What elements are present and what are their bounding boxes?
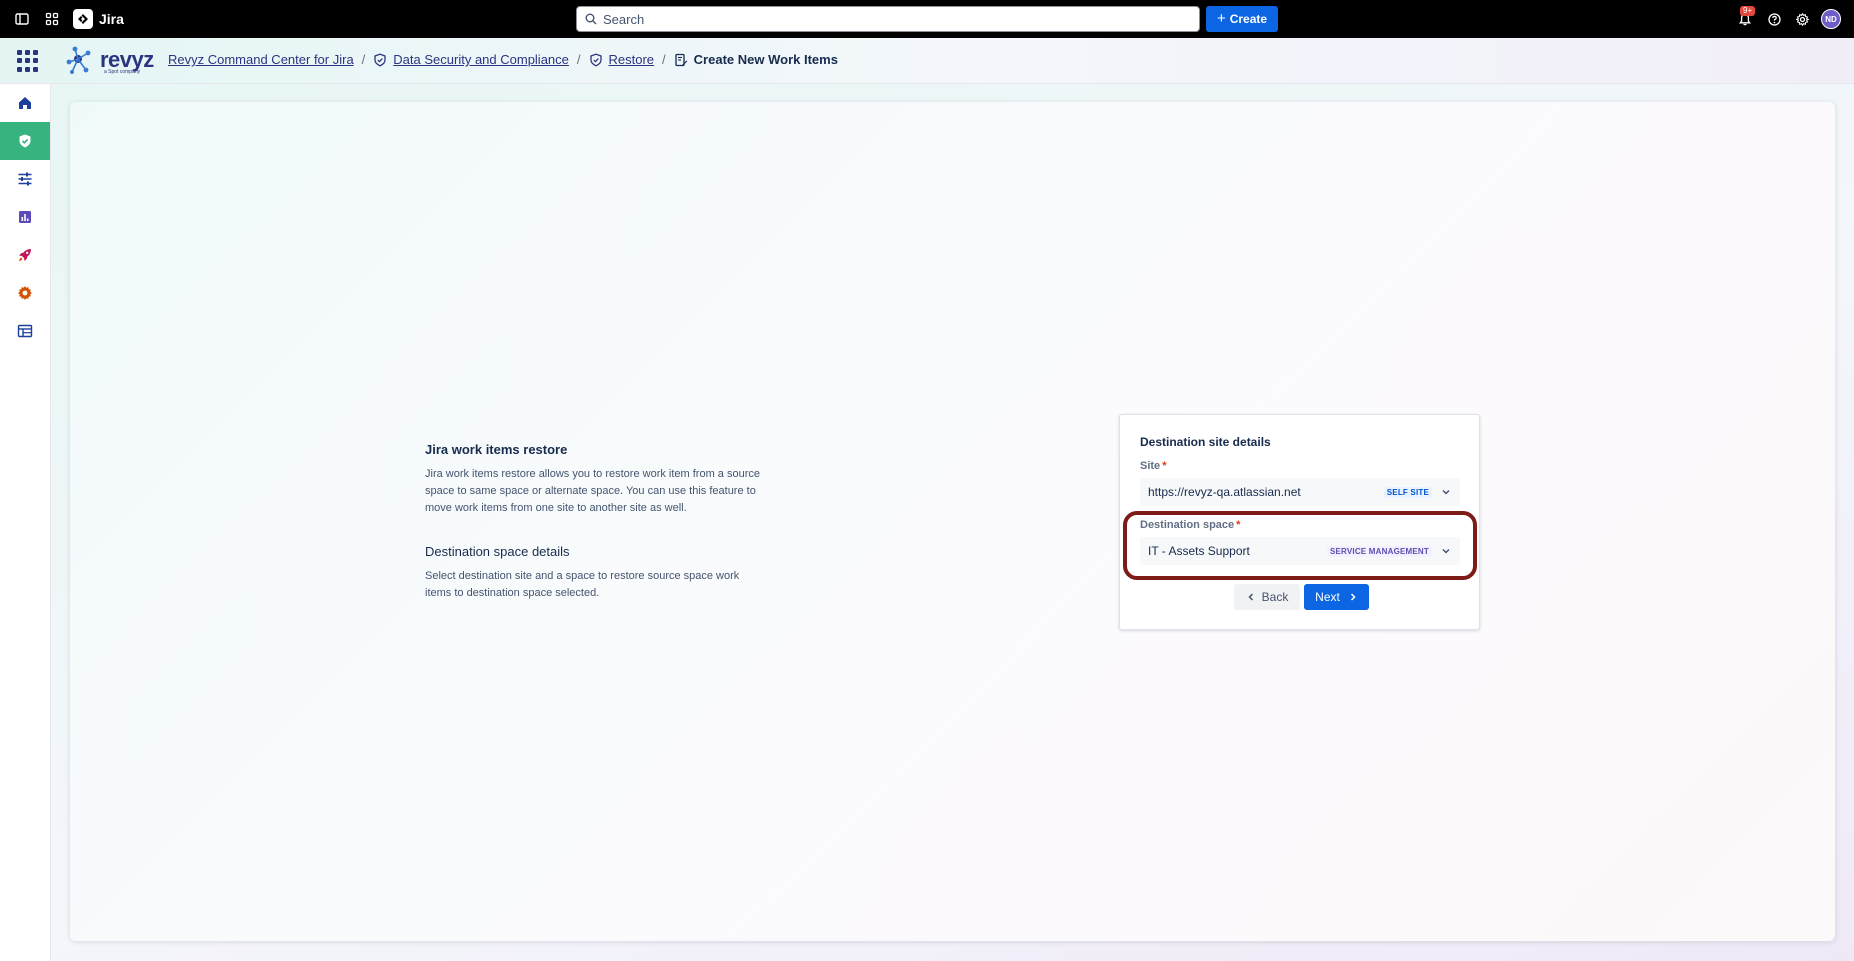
restore-card [70,102,1835,941]
avatar[interactable]: ND [1821,9,1841,29]
jira-logo-icon[interactable] [73,9,93,29]
destination-site-form: Destination site details Site * https://r… [1119,414,1480,630]
search-input[interactable]: Search [576,6,1200,32]
left-sidebar [0,84,51,961]
site-label: Site * [1140,460,1166,472]
sidebar-toggle-icon[interactable] [12,0,32,38]
site-select[interactable]: https://revyz-qa.atlassian.net SELF SITE [1140,478,1460,506]
shield-icon [19,134,31,148]
help-icon[interactable] [1766,0,1782,38]
home-icon [19,97,31,109]
sidebar-item-home[interactable] [0,84,50,122]
destination-section-description: Select destination site and a space to r… [425,570,740,599]
app-header: revyz a Spot company Revyz Command Cente… [0,38,1854,84]
site-type-badge: SELF SITE [1383,486,1432,498]
app-name[interactable]: Jira [99,11,124,27]
settings-icon[interactable] [1794,0,1810,38]
space-type-badge: SERVICE MANAGEMENT [1326,545,1432,557]
sidebar-item-settings[interactable] [0,274,50,312]
back-button[interactable]: Back [1234,584,1300,610]
sidebar-item-audit-log[interactable] [0,312,50,350]
site-select-value: https://revyz-qa.atlassian.net [1148,485,1301,499]
document-edit-icon [674,53,688,67]
restore-info-panel: Jira work items restore Jira work items … [425,442,765,602]
app-grid-icon[interactable] [17,50,39,72]
breadcrumb-current-page: Create New Work Items [693,52,838,67]
restore-title: Jira work items restore [425,442,568,457]
sidebar-item-configuration[interactable] [0,160,50,198]
search-placeholder: Search [603,11,645,27]
chevron-down-icon [1440,545,1452,557]
shield-icon [589,53,603,67]
table-icon [17,324,33,338]
destination-space-label: Destination space * [1140,519,1240,531]
restore-description: Jira work items restore allows you to re… [425,468,760,514]
breadcrumb-data-security[interactable]: Data Security and Compliance [393,52,569,67]
create-label: Create [1229,12,1268,26]
gear-icon [18,286,32,300]
rocket-icon [19,249,31,261]
plus-icon: + [1216,10,1226,27]
destination-section-title: Destination space details [425,544,570,559]
required-marker: * [1236,519,1241,531]
next-label: Next [1315,590,1340,604]
chart-icon [19,211,31,223]
breadcrumb-revyz-command-center[interactable]: Revyz Command Center for Jira [168,52,354,67]
chevron-left-icon [1248,593,1253,601]
breadcrumb-separator: / [576,52,581,67]
destination-space-label-text: Destination space [1140,519,1235,531]
sidebar-item-getting-started[interactable] [0,236,50,274]
revyz-tagline: a Spot company [104,69,141,75]
chevron-down-icon [1440,486,1452,498]
site-label-text: Site [1140,460,1161,472]
required-marker: * [1162,460,1167,472]
search-icon [585,13,597,25]
chevron-right-icon [1350,593,1356,601]
breadcrumb: Revyz Command Center for Jira / Data Sec… [168,52,838,67]
breadcrumb-separator: / [361,52,366,67]
form-title: Destination site details [1140,435,1271,449]
top-navigation: Jira Search + Create 9+ ND [0,0,1854,38]
main-content [51,84,1854,961]
sidebar-item-reports[interactable] [0,198,50,236]
notification-badge: 9+ [1740,6,1756,16]
create-button[interactable]: + Create [1206,6,1278,32]
breadcrumb-separator: / [662,52,666,67]
back-label: Back [1261,590,1289,604]
sidebar-item-data-security[interactable] [0,122,50,160]
destination-space-select[interactable]: IT - Assets Support SERVICE MANAGEMENT [1140,537,1460,565]
app-switcher-icon[interactable] [42,0,62,38]
sliders-icon [18,172,32,186]
next-button[interactable]: Next [1304,584,1369,610]
breadcrumb-restore[interactable]: Restore [609,52,655,67]
destination-space-value: IT - Assets Support [1148,544,1250,558]
shield-icon [373,53,387,67]
